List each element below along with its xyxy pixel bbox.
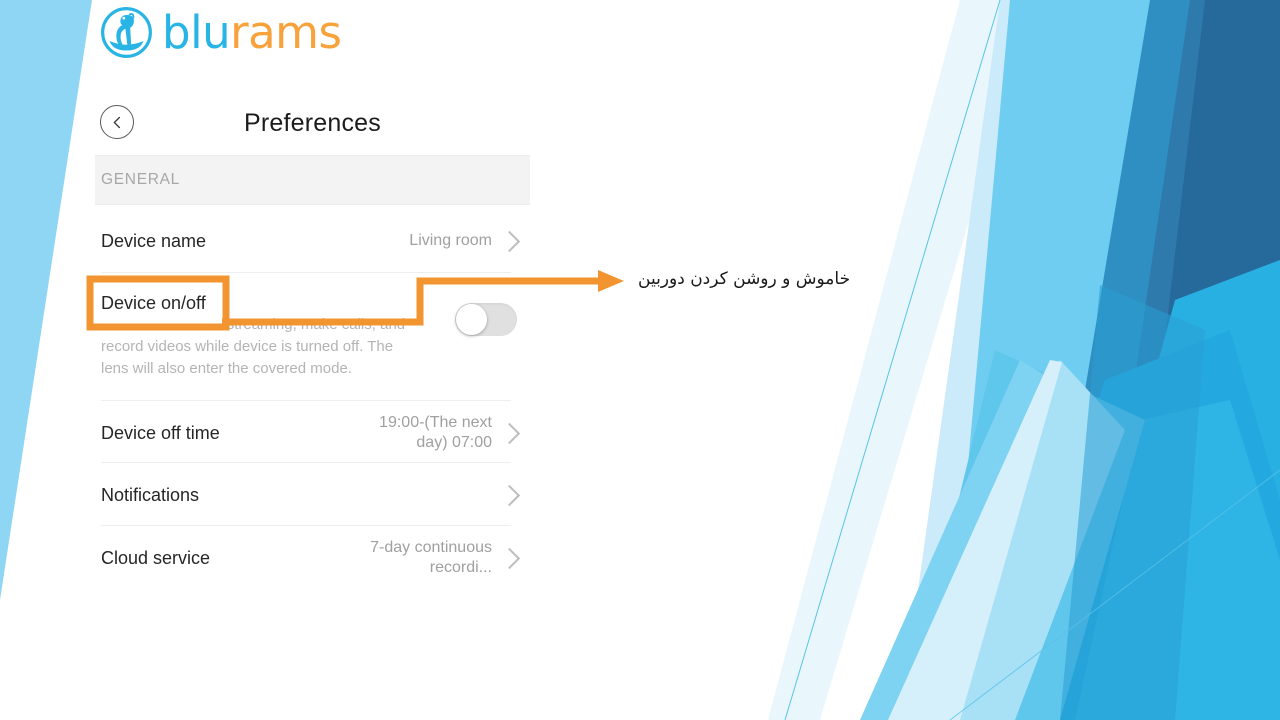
brand-wordmark: blurams — [162, 10, 342, 55]
row-cloud-service-label: Cloud service — [101, 547, 211, 568]
device-power-toggle[interactable] — [455, 303, 517, 336]
chevron-right-icon — [498, 484, 521, 506]
divider-2 — [101, 400, 511, 401]
brand-wordmark-rams: rams — [230, 6, 342, 59]
row-device-on-off-description: You can't view live streaming, make call… — [101, 316, 406, 377]
ram-circle-logo-icon — [101, 7, 152, 58]
page-title: Preferences — [244, 108, 381, 137]
device-power-toggle-knob — [456, 304, 487, 335]
row-device-name-value: Living room — [409, 232, 492, 249]
row-cloud-service[interactable]: Cloud service 7-day continuous recordi..… — [101, 538, 521, 578]
row-device-name-label: Device name — [101, 230, 207, 251]
chevron-right-icon — [498, 422, 521, 444]
row-device-off-time-value: 19:00-(The next day) 07:00 — [379, 414, 492, 451]
row-device-name[interactable]: Device name Living room — [101, 222, 521, 260]
app-title-bar: Preferences — [95, 96, 530, 150]
divider-1 — [101, 272, 511, 273]
divider-4 — [101, 525, 511, 526]
highlight-box-label: Device on/off — [96, 285, 220, 321]
chevron-right-icon — [498, 230, 521, 252]
brand-wordmark-blu: blu — [162, 6, 231, 59]
brand-logo: blurams — [100, 6, 342, 59]
row-device-off-time[interactable]: Device off time 19:00-(The next day) 07:… — [101, 413, 521, 453]
section-header-label: GENERAL — [101, 171, 180, 188]
divider-3 — [101, 462, 511, 463]
row-notifications-label: Notifications — [101, 484, 200, 505]
annotation-note-text: خاموش و روشن کردن دوربین — [638, 269, 851, 289]
row-cloud-service-value: 7-day continuous recordi... — [370, 539, 492, 576]
chevron-right-icon — [498, 547, 521, 569]
section-header-general: GENERAL — [95, 155, 530, 205]
row-notifications[interactable]: Notifications — [101, 477, 521, 513]
row-device-off-time-label: Device off time — [101, 422, 220, 443]
